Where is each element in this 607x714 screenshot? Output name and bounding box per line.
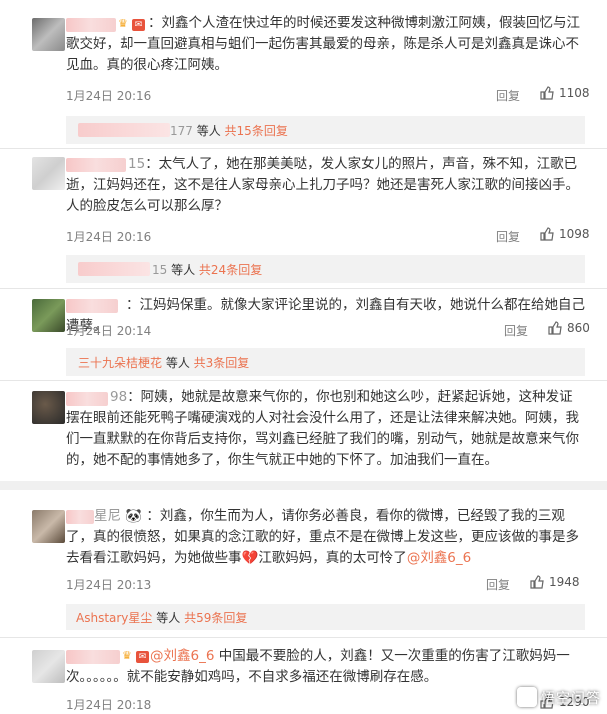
comment-time: 1月24日 20:16 [66, 230, 152, 244]
avatar[interactable] [32, 650, 65, 683]
comment-2: 15：太气人了，她在那美美哒，发人家女儿的照片，声音，殊不知，江歌已逝，江妈妈还… [0, 149, 607, 253]
comment-time: 1月24日 20:13 [66, 578, 152, 592]
comment-time: 1月24日 20:14 [66, 324, 152, 338]
comment-3: ：江妈妈保重。就像大家评论里说的，刘鑫自有天收，她说什么都在给她自己遭孽。 1月… [0, 289, 607, 345]
avatar[interactable] [32, 157, 65, 190]
view-replies-link[interactable]: 共3条回复 [194, 356, 250, 370]
comment-text: 15：太气人了，她在那美美哒，发人家女儿的照片，声音，殊不知，江歌已逝，江妈妈还… [66, 156, 579, 214]
like-button[interactable]: 860 [548, 321, 590, 335]
broken-heart-icon: 💔 [241, 550, 259, 566]
reply-summary[interactable]: 三十九朵桔梗花 等人 共3条回复 [66, 348, 585, 376]
like-count: 1098 [559, 227, 590, 241]
reply-button[interactable]: 回复 [496, 87, 520, 104]
wukong-logo-icon [517, 687, 537, 707]
comment-text: @刘鑫6_6 中国最不要脸的人，刘鑫！又一次重重的伤害了江歌妈妈一次。。。。。。… [66, 648, 570, 685]
comment-4: 98：阿姨，她就是故意来气你的，你也别和她这么吵，赶紧起诉她，这种发证摆在眼前还… [0, 381, 607, 481]
reply-summary[interactable]: Ashstary星尘 等人 共59条回复 [66, 604, 585, 630]
reply-button[interactable]: 回复 [504, 322, 528, 339]
reply-button[interactable]: 回复 [496, 228, 520, 245]
avatar[interactable] [32, 18, 65, 51]
panda-icon: 🐼 [121, 508, 147, 524]
watermark: 悟空问答 [517, 687, 601, 708]
view-replies-link[interactable]: 共59条回复 [184, 611, 247, 625]
mention-link[interactable]: @刘鑫6_6 [407, 550, 471, 566]
section-gap [0, 481, 607, 490]
comment-1: ♛ ✉ ：刘鑫个人渣在快过年的时候还要发这种微博刺激江阿姨，假装回忆与江歌交好，… [0, 0, 607, 113]
thumbs-up-icon [540, 86, 554, 100]
avatar[interactable] [32, 299, 65, 332]
comment-text: 星尼 🐼 ：刘鑫，你生而为人，请你务必善良，看你的微博，已经毁了我的三观了，真的… [66, 508, 579, 566]
comment-time: 1月24日 20:16 [66, 89, 152, 103]
reply-button[interactable]: 回复 [486, 576, 510, 593]
comment-text: ：刘鑫个人渣在快过年的时候还要发这种微博刺激江阿姨，假装回忆与江歌交好，却一直回… [66, 15, 580, 73]
thumbs-up-icon [548, 321, 562, 335]
reply-users-blurred [78, 262, 150, 276]
reply-summary[interactable]: 177 等人 共15条回复 [66, 116, 585, 144]
avatar[interactable] [32, 391, 65, 424]
comment-6: ♛ ✉ @刘鑫6_6 中国最不要脸的人，刘鑫！又一次重重的伤害了江歌妈妈一次。。… [0, 638, 607, 714]
like-count: 1108 [559, 86, 590, 100]
reply-summary-text: 177 等人 共15条回复 [170, 124, 288, 138]
reply-summary[interactable]: 15 等人 共24条回复 [66, 255, 585, 283]
like-button[interactable]: 1948 [530, 575, 580, 589]
like-button[interactable]: 1108 [540, 86, 590, 100]
like-count: 1948 [549, 575, 580, 589]
view-replies-link[interactable]: 共15条回复 [225, 124, 288, 138]
thumbs-up-icon [530, 575, 544, 589]
reply-summary-text: 三十九朵桔梗花 等人 共3条回复 [78, 356, 250, 370]
weibo-comments-screenshot: ♛ ✉ ：刘鑫个人渣在快过年的时候还要发这种微博刺激江阿姨，假装回忆与江歌交好，… [0, 0, 607, 714]
comment-5: 星尼 🐼 ：刘鑫，你生而为人，请你务必善良，看你的微博，已经毁了我的三观了，真的… [0, 490, 607, 600]
view-replies-link[interactable]: 共24条回复 [199, 263, 262, 277]
comment-time: 1月24日 20:18 [66, 698, 152, 712]
reply-summary-text: Ashstary星尘 等人 共59条回复 [76, 611, 248, 625]
thumbs-up-icon [540, 227, 554, 241]
reply-summary-text: 15 等人 共24条回复 [152, 263, 263, 277]
avatar[interactable] [32, 510, 65, 543]
reply-users-blurred [78, 123, 170, 137]
comment-text: 98：阿姨，她就是故意来气你的，你也别和她这么吵，赶紧起诉她，这种发证摆在眼前还… [66, 389, 579, 468]
like-button[interactable]: 1098 [540, 227, 590, 241]
like-count: 860 [567, 321, 590, 335]
mention-link[interactable]: @刘鑫6_6 [150, 648, 214, 664]
